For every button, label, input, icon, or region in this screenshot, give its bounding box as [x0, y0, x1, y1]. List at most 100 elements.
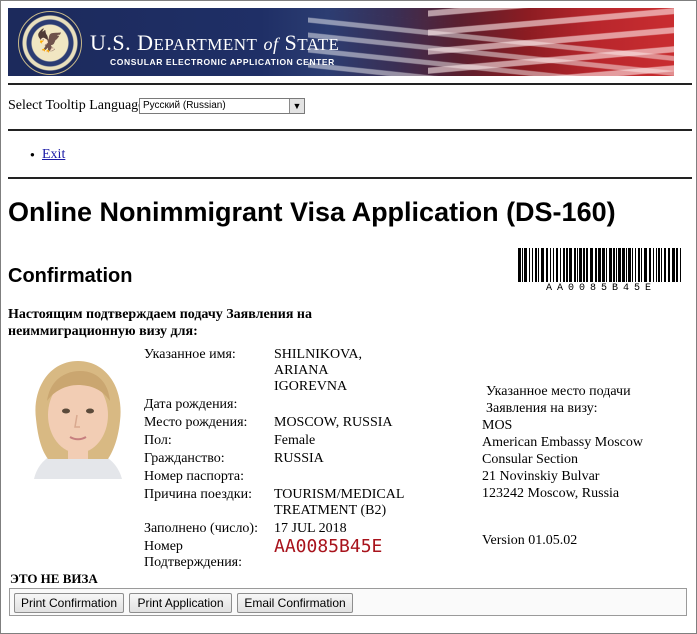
table-row: Дата рождения:: [141, 396, 407, 414]
us-seal-icon: 🦅: [18, 11, 82, 75]
barcode-bar: [538, 248, 539, 282]
confirmation-label: Номер Подтверждения:: [144, 539, 243, 570]
passport-label: Номер паспорта:: [144, 469, 245, 484]
barcode-bar: [618, 248, 621, 282]
print-application-button[interactable]: Print Application: [129, 593, 232, 613]
submission-line: American Embassy Moscow: [482, 435, 643, 450]
passport-value: [271, 468, 407, 486]
barcode-bar: [653, 248, 654, 282]
barcode-bar: [668, 248, 670, 282]
barcode-bar: [676, 248, 678, 282]
barcode-bar: [595, 248, 597, 282]
barcode-bar: [590, 248, 593, 282]
citizenship-label: Гражданство:: [144, 451, 225, 466]
barcode-bar: [658, 248, 660, 282]
applicant-info-table: Указанное имя: SHILNIKOVA, ARIANA IGOREV…: [141, 346, 407, 572]
table-row: Причина поездки: TOURISM/MEDICAL TREATME…: [141, 486, 407, 520]
pob-value: MOSCOW, RUSSIA: [274, 415, 393, 430]
completed-label: Заполнено (число):: [144, 521, 258, 536]
confirmation-number: AA0085B45E: [274, 536, 383, 557]
tooltip-language-label: Select Tooltip Language: [8, 98, 145, 113]
email-confirmation-button[interactable]: Email Confirmation: [237, 593, 353, 613]
barcode-bar: [649, 248, 651, 282]
barcode-bar: [672, 248, 675, 282]
barcode-bar: [550, 248, 551, 282]
flag-stripes-overlay: [428, 8, 674, 76]
citizenship-value: RUSSIA: [274, 451, 324, 466]
table-row: Номер паспорта:: [141, 468, 407, 486]
table-row: Пол: Female: [141, 432, 407, 450]
barcode-bar: [583, 248, 585, 282]
eagle-icon: 🦅: [36, 29, 64, 54]
barcode-bar: [628, 248, 631, 282]
barcode-bar: [532, 248, 533, 282]
exit-link[interactable]: Exit: [42, 147, 65, 163]
action-button-bar: Print Confirmation Print Application Ema…: [9, 588, 687, 616]
not-visa-notice: ЭТО НЕ ВИЗА: [10, 571, 98, 586]
submission-line: 21 Novinskiy Bulvar: [482, 469, 600, 484]
sex-label: Пол:: [144, 433, 172, 448]
barcode-bar: [616, 248, 617, 282]
tooltip-language-select[interactable]: Русский (Russian) ▼: [139, 98, 305, 114]
chevron-down-icon[interactable]: ▼: [289, 99, 304, 113]
table-row: Номер Подтверждения: AA0085B45E: [141, 538, 407, 572]
barcode-bar: [622, 248, 625, 282]
barcode-bar: [632, 248, 633, 282]
barcode-bar: [546, 248, 548, 282]
title-part: TATE: [297, 35, 340, 54]
purpose-label: Причина поездки:: [144, 487, 252, 502]
title-part: S: [284, 30, 298, 55]
barcode-bar: [602, 248, 605, 282]
barcode-bar: [613, 248, 615, 282]
dob-label: Дата рождения:: [144, 397, 238, 412]
selected-language: Русский (Russian): [143, 100, 226, 111]
barcode-bar: [644, 248, 647, 282]
name-label: Указанное имя:: [144, 347, 236, 362]
barcode: [518, 248, 681, 282]
barcode-bar: [560, 248, 561, 282]
submission-code: MOS: [482, 418, 513, 433]
barcode-bar: [556, 248, 558, 282]
barcode-bar: [586, 248, 588, 282]
barcode-bar: [661, 248, 662, 282]
submission-location: Указанное место подачи Заявления на визу…: [482, 383, 682, 502]
divider: [8, 83, 692, 85]
submission-line: Consular Section: [482, 452, 579, 467]
barcode-bar: [626, 248, 627, 282]
bullet-icon: ●: [30, 150, 35, 159]
name-value: SHILNIKOVA, ARIANA IGOREVNA: [274, 347, 363, 394]
intro-text: Настоящим подтверждаем подачу Заявления …: [8, 307, 312, 339]
title-part: EPARTMENT: [153, 35, 258, 54]
barcode-bar: [529, 248, 530, 282]
purpose-value: TOURISM/MEDICAL TREATMENT (B2): [274, 487, 404, 518]
applicant-photo: [14, 349, 141, 479]
barcode-bar: [609, 248, 612, 282]
barcode-bar: [680, 248, 681, 282]
print-confirmation-button[interactable]: Print Confirmation: [14, 593, 124, 613]
pob-label: Место рождения:: [144, 415, 248, 430]
divider: [8, 129, 692, 131]
barcode-bar: [598, 248, 601, 282]
barcode-bar: [656, 248, 657, 282]
barcode-bar: [563, 248, 565, 282]
sex-value: Female: [274, 433, 316, 448]
title-part: of: [263, 34, 279, 54]
section-title: Confirmation: [8, 265, 133, 287]
department-subtitle: CONSULAR ELECTRONIC APPLICATION CENTER: [110, 57, 335, 67]
department-title: U.S. DEPARTMENT of STATE: [90, 30, 339, 56]
title-part: U.S. D: [90, 30, 154, 55]
version-text: Version 01.05.02: [482, 533, 578, 548]
divider: [8, 177, 692, 179]
barcode-bar: [577, 248, 578, 282]
barcode-bar: [635, 248, 636, 282]
barcode-bar: [518, 248, 521, 282]
table-row: Место рождения: MOSCOW, RUSSIA: [141, 414, 407, 432]
table-row: Указанное имя: SHILNIKOVA, ARIANA IGOREV…: [141, 346, 407, 396]
barcode-bar: [569, 248, 572, 282]
barcode-bar: [566, 248, 568, 282]
barcode-text: AA0085B45E: [545, 283, 656, 294]
barcode-bar: [574, 248, 576, 282]
barcode-bar: [553, 248, 554, 282]
dob-value: [271, 396, 407, 414]
barcode-bar: [641, 248, 642, 282]
